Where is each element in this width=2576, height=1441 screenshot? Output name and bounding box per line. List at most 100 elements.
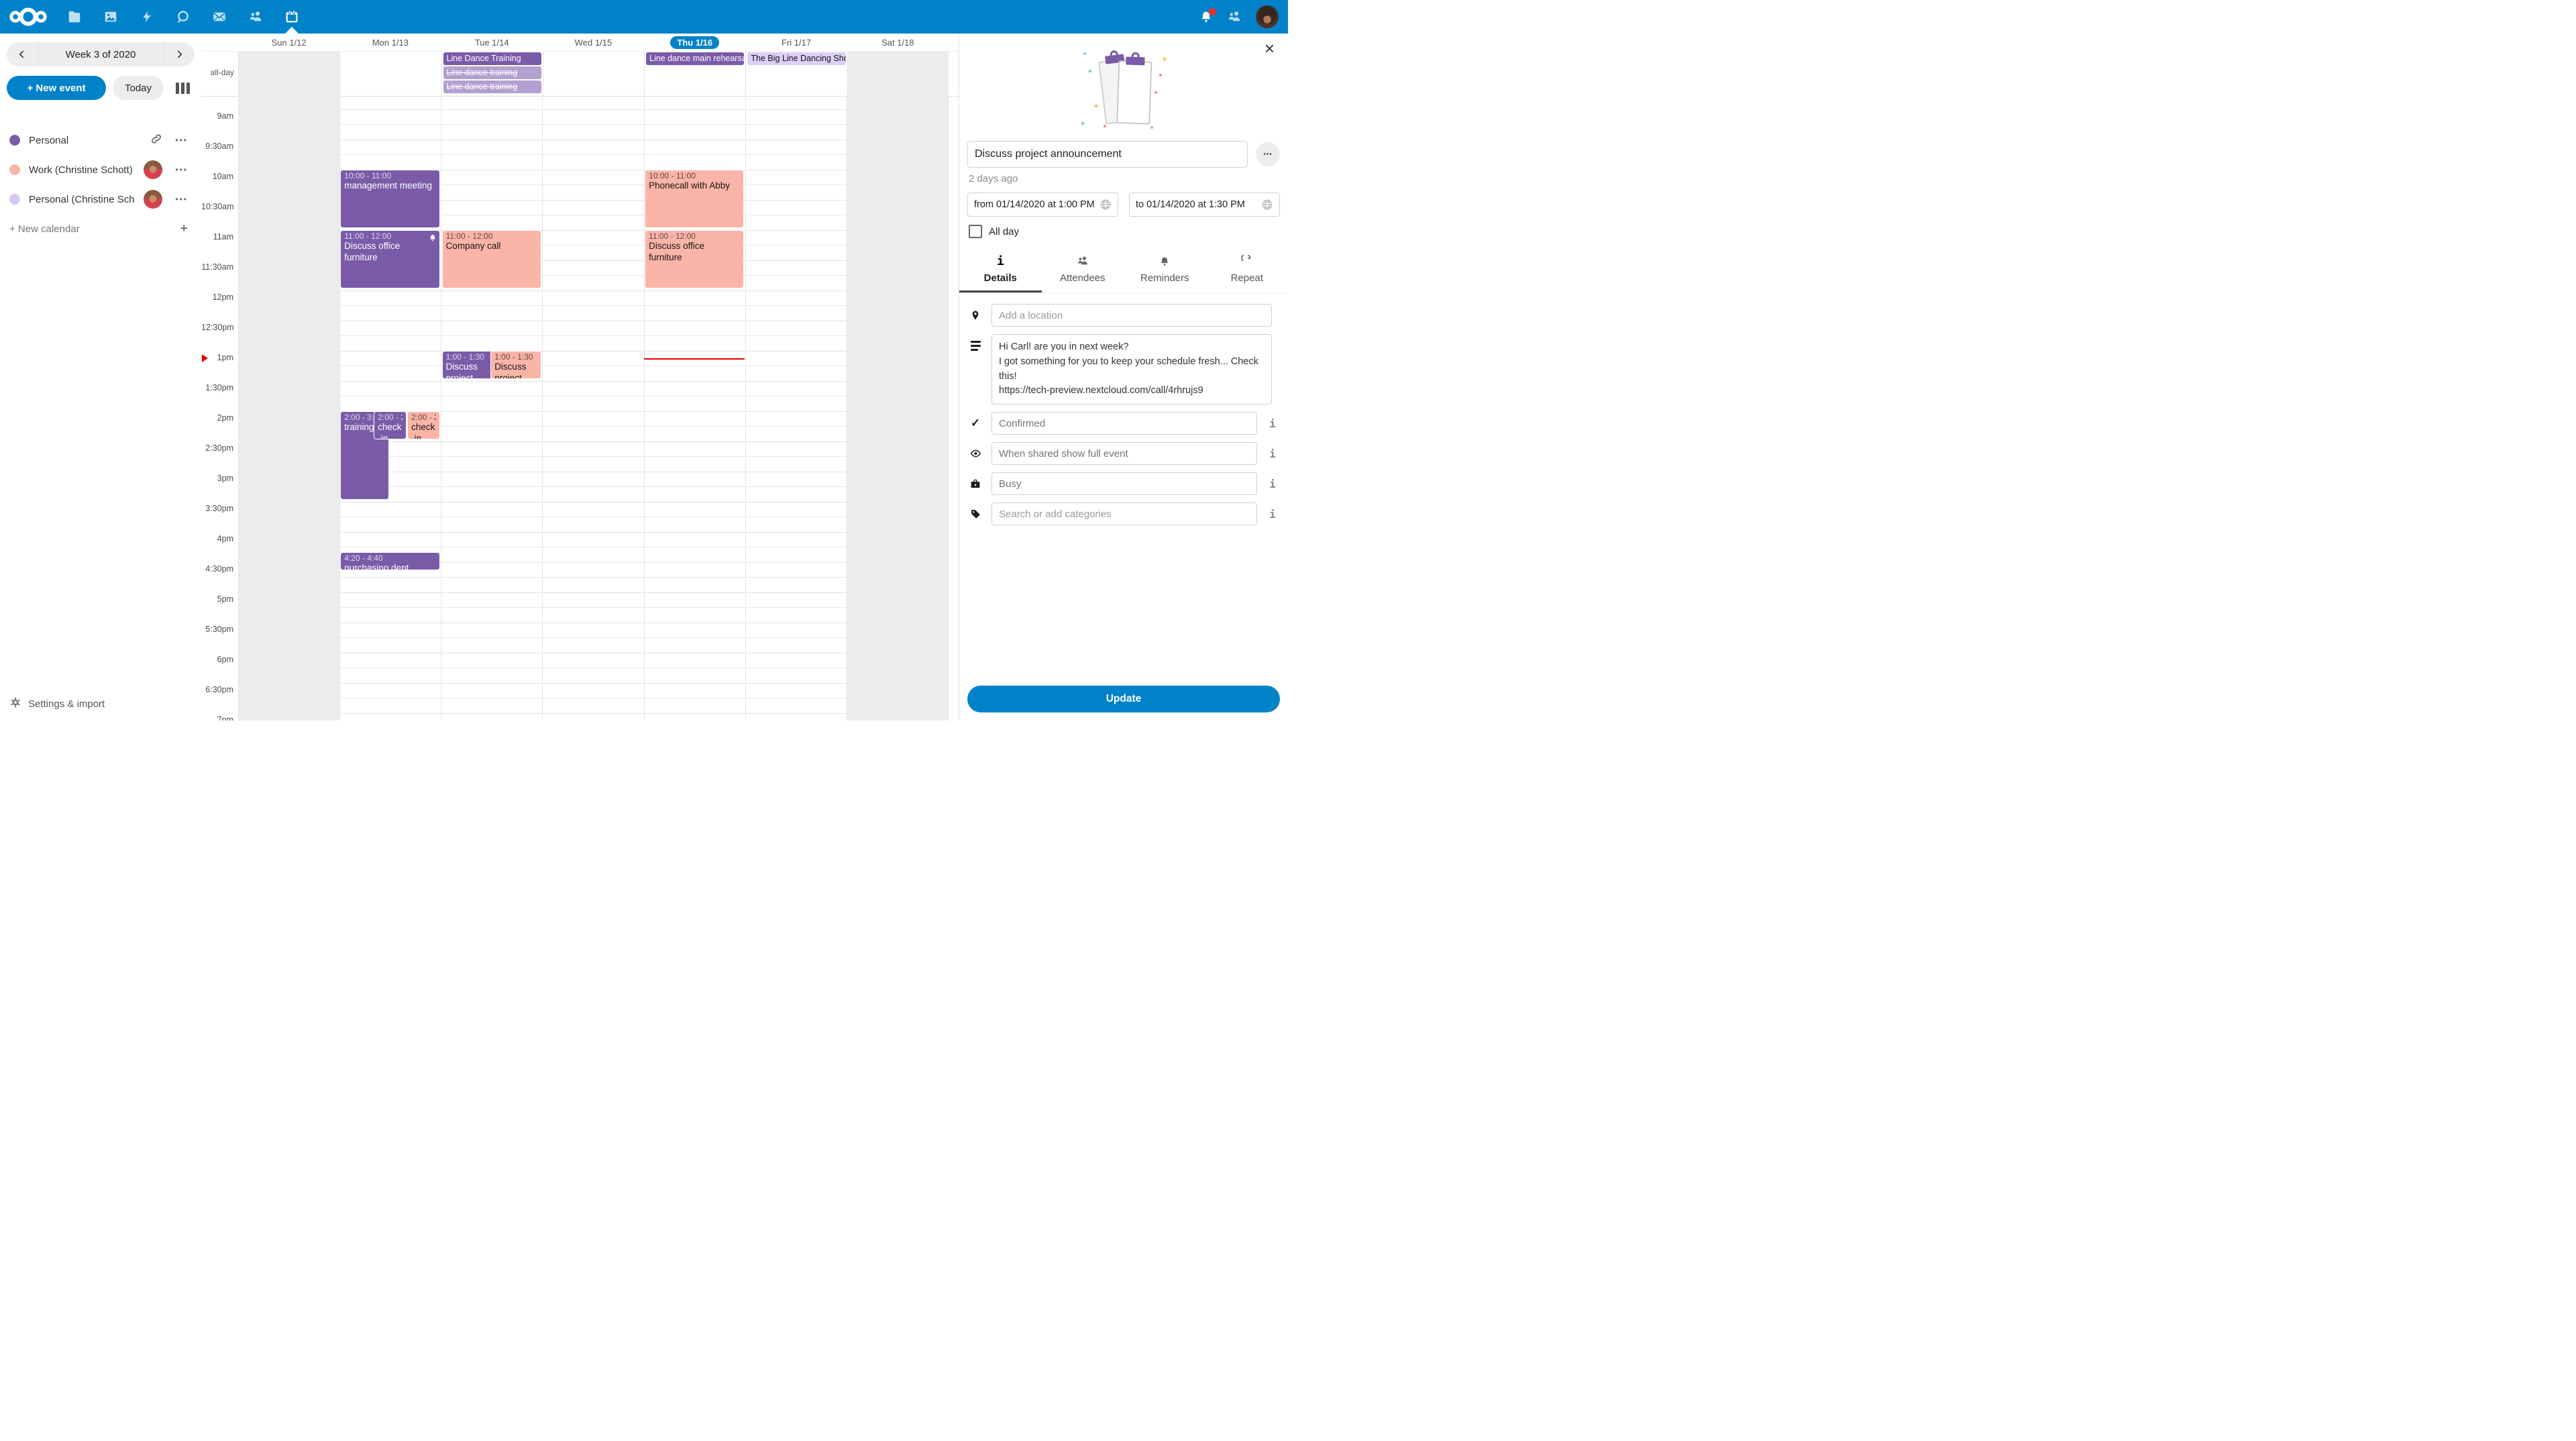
allday-checkbox[interactable] xyxy=(969,225,982,238)
event-title: purchasing dept xyxy=(344,563,435,570)
day-header-3[interactable]: Wed 1/15 xyxy=(543,34,644,51)
view-columns-icon[interactable] xyxy=(170,76,195,100)
event-title: Discuss project announcement xyxy=(446,362,489,379)
new-event-button[interactable]: + New event xyxy=(7,76,106,100)
tab-label: Attendees xyxy=(1060,272,1106,284)
day-header-2[interactable]: Tue 1/14 xyxy=(441,34,543,51)
settings-import-button[interactable]: Settings & import xyxy=(0,687,201,720)
calendar-menu-icon[interactable]: ••• xyxy=(171,135,192,146)
today-button[interactable]: Today xyxy=(113,76,164,100)
allday-event[interactable]: Line Dance Training xyxy=(443,52,541,65)
contacts-menu-icon[interactable] xyxy=(1226,9,1242,24)
allday-event[interactable]: Line dance training xyxy=(443,66,541,79)
allday-row-label: all-day xyxy=(201,68,234,77)
status-info-icon[interactable]: i xyxy=(1265,417,1280,430)
close-icon[interactable]: × xyxy=(1260,39,1279,58)
new-calendar-item[interactable]: + New calendar+ xyxy=(0,214,201,244)
event-block[interactable]: 10:00 - 11:00Phonecall with Abby xyxy=(645,170,744,228)
event-block[interactable]: 2:00 - 2:30check-in xyxy=(374,411,406,439)
event-block[interactable]: 11:00 - 12:00Discuss office furniture xyxy=(645,230,744,288)
share-link-icon[interactable] xyxy=(150,133,162,148)
start-datetime-field[interactable]: from 01/14/2020 at 1:00 PM xyxy=(967,193,1118,217)
time-grid[interactable]: 10:00 - 11:00management meeting11:00 - 1… xyxy=(201,96,959,720)
visibility-info-icon[interactable]: i xyxy=(1265,447,1280,460)
calendar-list-item-2[interactable]: Personal (Christine Scho…••• xyxy=(0,184,201,214)
time-label: 9am xyxy=(201,111,233,121)
categories-input[interactable] xyxy=(991,502,1257,525)
event-block[interactable]: 1:00 - 1:30Discuss project announcement xyxy=(442,351,493,379)
event-title: Company call xyxy=(446,241,537,252)
tab-attendees[interactable]: Attendees xyxy=(1042,249,1124,292)
user-avatar[interactable] xyxy=(1256,5,1279,28)
next-week-button[interactable] xyxy=(164,42,195,66)
tab-details[interactable]: iDetails xyxy=(959,249,1042,292)
tab-reminders[interactable]: Reminders xyxy=(1124,249,1206,292)
status-select[interactable]: Confirmed xyxy=(991,412,1257,435)
event-time: 1:00 - 1:30 xyxy=(446,352,489,362)
location-input[interactable] xyxy=(991,304,1272,327)
freebusy-info-icon[interactable]: i xyxy=(1265,478,1280,490)
event-time: 10:00 - 11:00 xyxy=(649,171,740,180)
time-label: 2pm xyxy=(201,413,233,423)
event-block[interactable]: 11:00 - 12:00Company call xyxy=(442,230,541,288)
notifications-bell-icon[interactable] xyxy=(1199,10,1213,23)
time-label: 10am xyxy=(201,172,233,181)
allday-event[interactable]: Line dance main rehearsal xyxy=(646,52,744,65)
title-row: ••• xyxy=(959,141,1288,168)
tab-label: Details xyxy=(984,272,1017,284)
event-title: management meeting xyxy=(344,180,435,192)
description-textarea[interactable]: Hi Carl! are you in next week? I got som… xyxy=(991,334,1272,405)
event-title-input[interactable] xyxy=(967,141,1248,168)
eye-icon xyxy=(967,448,983,459)
contacts-app-icon[interactable] xyxy=(237,0,274,34)
allday-event[interactable]: The Big Line Dancing Show xyxy=(747,52,845,65)
timezone-globe-icon[interactable] xyxy=(1261,199,1273,211)
mail-app-icon[interactable] xyxy=(201,0,237,34)
event-illustration xyxy=(1070,48,1177,134)
event-block[interactable]: 1:00 - 1:30Discuss project xyxy=(490,351,541,379)
calendar-list-item-1[interactable]: Work (Christine Schott)••• xyxy=(0,155,201,184)
freebusy-select[interactable]: Busy xyxy=(991,472,1257,495)
allday-columns: Line Dance TrainingLine dance trainingLi… xyxy=(238,52,949,96)
allday-event[interactable]: Line dance training xyxy=(443,81,541,93)
timezone-globe-icon[interactable] xyxy=(1099,199,1112,211)
previous-week-button[interactable] xyxy=(7,42,38,66)
end-datetime-field[interactable]: to 01/14/2020 at 1:30 PM xyxy=(1129,193,1280,217)
time-label: 3pm xyxy=(201,474,233,483)
calendar-list-item-0[interactable]: Personal••• xyxy=(0,125,201,155)
event-block[interactable]: 4:20 - 4:40purchasing dept xyxy=(340,552,439,570)
time-label: 3:30pm xyxy=(201,504,233,513)
talk-app-icon[interactable] xyxy=(165,0,201,34)
allday-cell-0[interactable] xyxy=(238,52,339,96)
activity-app-icon[interactable] xyxy=(129,0,165,34)
day-header-6[interactable]: Sat 1/18 xyxy=(847,34,949,51)
day-header-5[interactable]: Fri 1/17 xyxy=(745,34,847,51)
categories-row: i xyxy=(967,502,1280,525)
event-block[interactable]: 11:00 - 12:00Discuss office furniture xyxy=(340,230,439,288)
allday-cell-3[interactable] xyxy=(543,52,644,96)
day-header-0[interactable]: Sun 1/12 xyxy=(238,34,339,51)
plus-icon[interactable]: + xyxy=(176,221,192,236)
day-header-1[interactable]: Mon 1/13 xyxy=(339,34,441,51)
files-app-icon[interactable] xyxy=(56,0,93,34)
visibility-select[interactable]: When shared show full event xyxy=(991,442,1257,465)
calendar-menu-icon[interactable]: ••• xyxy=(171,164,192,175)
day-header-4[interactable]: Thu 1/16 xyxy=(644,34,745,51)
allday-cell-4[interactable]: Line dance main rehearsal xyxy=(644,52,745,96)
more-actions-icon[interactable]: ••• xyxy=(1256,142,1280,166)
week-title[interactable]: Week 3 of 2020 xyxy=(38,42,164,66)
update-button[interactable]: Update xyxy=(967,686,1280,712)
event-block[interactable]: 2:00 - 2:30check-in xyxy=(407,411,439,439)
calendar-app-icon[interactable] xyxy=(274,0,310,34)
categories-info-icon[interactable]: i xyxy=(1265,508,1280,521)
calendar-menu-icon[interactable]: ••• xyxy=(171,194,192,205)
nextcloud-logo-icon[interactable] xyxy=(0,0,56,34)
allday-cell-1[interactable] xyxy=(339,52,441,96)
allday-cell-2[interactable]: Line Dance TrainingLine dance trainingLi… xyxy=(441,52,543,96)
event-block[interactable]: 10:00 - 11:00management meeting xyxy=(340,170,439,228)
allday-cell-6[interactable] xyxy=(847,52,949,96)
tab-repeat[interactable]: Repeat xyxy=(1206,249,1289,292)
time-label: 4pm xyxy=(201,534,233,543)
photos-app-icon[interactable] xyxy=(93,0,129,34)
allday-cell-5[interactable]: The Big Line Dancing Show xyxy=(745,52,847,96)
